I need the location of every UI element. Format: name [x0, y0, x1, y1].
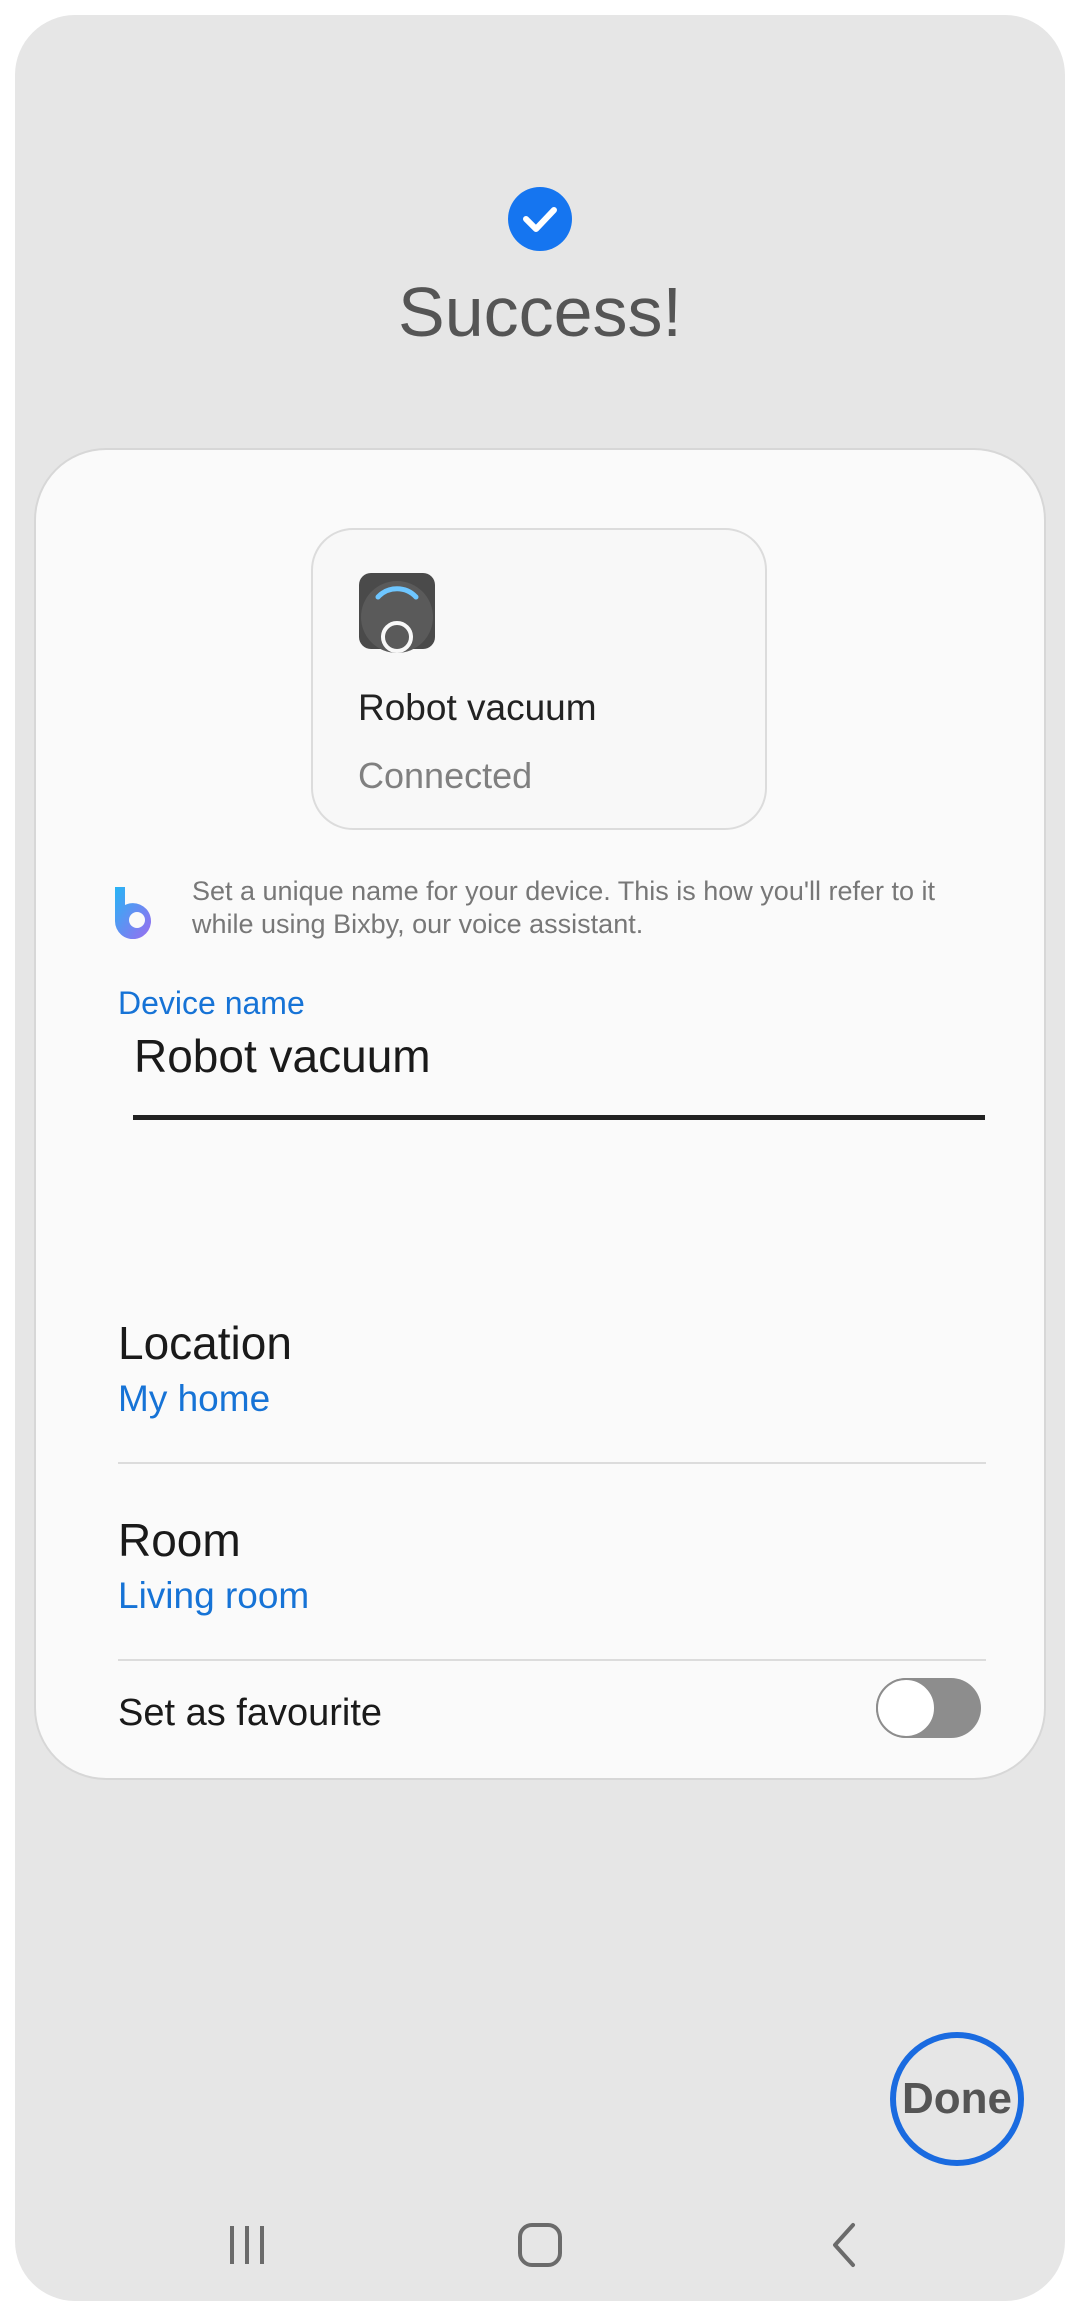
- bixby-hint-text: Set a unique name for your device. This …: [192, 876, 936, 939]
- location-title: Location: [118, 1317, 292, 1369]
- location-value: My home: [118, 1378, 271, 1419]
- bixby-hint: Set a unique name for your device. This …: [111, 875, 991, 955]
- room-row[interactable]: Room Living room: [118, 1512, 986, 1620]
- device-name-field-label: Device name: [118, 985, 305, 1021]
- home-icon[interactable]: [510, 2215, 570, 2275]
- favourite-label: Set as favourite: [118, 1692, 383, 1734]
- device-name-underline: [133, 1115, 985, 1120]
- check-circle-icon: [508, 187, 572, 251]
- room-title: Room: [118, 1514, 241, 1566]
- device-setup-card: Robot vacuum Connected Set a unique name…: [36, 450, 1044, 1778]
- navigation-bar: [15, 2195, 1065, 2295]
- room-value: Living room: [118, 1575, 310, 1616]
- device-status: Connected: [358, 755, 533, 796]
- divider: [118, 1659, 986, 1661]
- robot-vacuum-icon: [358, 572, 436, 654]
- page: Success! Robot vacuum Connected Set a un…: [0, 0, 1080, 2316]
- device-name-input[interactable]: [134, 1026, 984, 1086]
- page-title: Success!: [398, 273, 682, 351]
- back-icon[interactable]: [815, 2215, 875, 2275]
- device-tile: Robot vacuum Connected: [311, 528, 767, 830]
- recents-icon[interactable]: [217, 2215, 277, 2275]
- favourite-toggle[interactable]: [876, 1678, 981, 1738]
- device-name-label: Robot vacuum: [358, 687, 597, 728]
- toggle-knob: [876, 1678, 936, 1738]
- phone-screen: Success! Robot vacuum Connected Set a un…: [15, 15, 1065, 2301]
- done-button[interactable]: Done: [890, 2032, 1024, 2166]
- bixby-icon: [111, 885, 161, 940]
- divider: [118, 1462, 986, 1464]
- location-row[interactable]: Location My home: [118, 1315, 986, 1423]
